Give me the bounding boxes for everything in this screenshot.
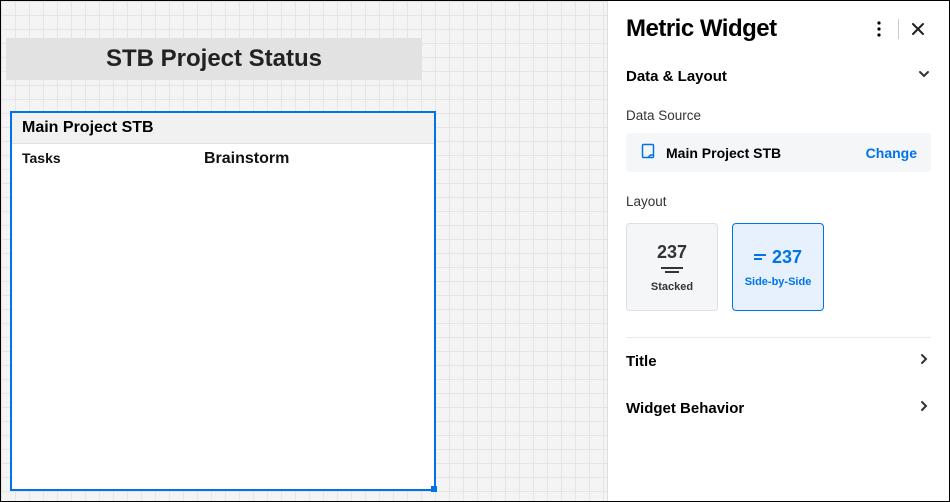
section-data-layout[interactable]: Data & Layout bbox=[626, 53, 931, 100]
chevron-right-icon bbox=[917, 352, 931, 371]
section-title[interactable]: Title bbox=[626, 338, 931, 385]
layout-options: 237 Stacked 237 Side-by-Side bbox=[626, 223, 931, 311]
panel-header: Metric Widget bbox=[626, 11, 931, 53]
widget-title: Main Project STB bbox=[12, 113, 434, 144]
divider bbox=[898, 19, 899, 39]
chevron-down-icon bbox=[917, 67, 931, 86]
chevron-right-icon bbox=[917, 399, 931, 418]
panel-title: Metric Widget bbox=[626, 15, 866, 43]
section-label: Widget Behavior bbox=[626, 400, 744, 417]
close-icon[interactable] bbox=[905, 16, 931, 42]
layout-option-label: Side-by-Side bbox=[745, 276, 812, 288]
kebab-menu-icon[interactable] bbox=[866, 16, 892, 42]
widget-metric-label: Tasks bbox=[22, 150, 204, 168]
layout-option-side-by-side[interactable]: 237 Side-by-Side bbox=[732, 223, 824, 311]
dashboard-title-bar: STB Project Status bbox=[6, 38, 422, 80]
data-source-box: Main Project STB Change bbox=[626, 133, 931, 172]
layout-option-stacked[interactable]: 237 Stacked bbox=[626, 223, 718, 311]
section-label: Data & Layout bbox=[626, 68, 727, 85]
layout-sample-number: 237 bbox=[657, 242, 687, 263]
section-widget-behavior[interactable]: Widget Behavior bbox=[626, 385, 931, 432]
dashboard-title: STB Project Status bbox=[106, 45, 322, 73]
widget-metric-value: Brainstorm bbox=[204, 150, 289, 168]
data-source-subheading: Data Source bbox=[626, 108, 931, 123]
widget-body: Tasks Brainstorm bbox=[12, 144, 434, 174]
section-label: Title bbox=[626, 353, 657, 370]
sidebyside-lines-icon bbox=[754, 254, 766, 260]
stacked-lines-icon bbox=[661, 267, 683, 273]
layout-sample-number: 237 bbox=[772, 247, 802, 268]
board-icon bbox=[640, 143, 656, 162]
data-source-name: Main Project STB bbox=[666, 145, 856, 161]
change-data-source-button[interactable]: Change bbox=[866, 145, 917, 161]
settings-panel: Metric Widget Data & Layout Data Source … bbox=[607, 1, 949, 501]
layout-subheading: Layout bbox=[626, 194, 931, 209]
metric-widget-instance[interactable]: Main Project STB Tasks Brainstorm bbox=[10, 111, 436, 491]
layout-option-label: Stacked bbox=[651, 281, 693, 293]
dashboard-canvas[interactable]: STB Project Status Main Project STB Task… bbox=[1, 1, 607, 501]
